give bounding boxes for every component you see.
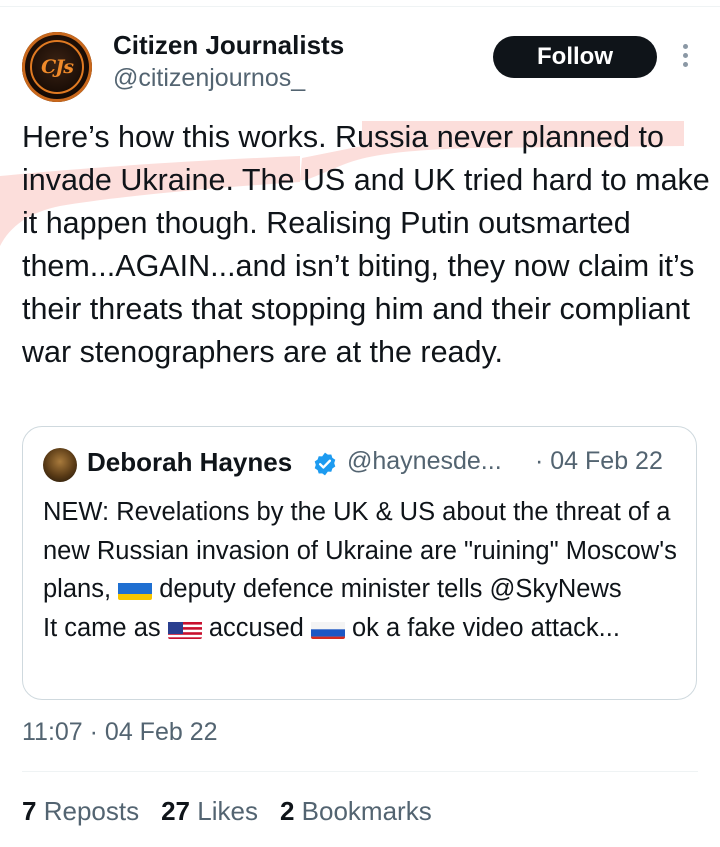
quoted-text-part3: It came as	[43, 613, 161, 642]
tweet-text-start: Here’s how this works.	[22, 120, 336, 154]
us-flag-icon	[167, 617, 202, 639]
reposts-stat[interactable]: 7 Reposts	[22, 796, 139, 827]
ukraine-flag-icon	[118, 578, 153, 600]
author-avatar[interactable]: CJs	[22, 32, 92, 102]
quoted-text-part2: deputy defence minister tells @SkyNews	[159, 575, 622, 603]
likes-label: Likes	[197, 796, 258, 826]
quoted-author-name[interactable]: Deborah Haynes	[87, 447, 292, 478]
author-handle[interactable]: @citizenjournos_	[113, 64, 305, 93]
engagement-stats: 7 Reposts 27 Likes 2 Bookmarks	[22, 796, 432, 827]
avatar-logo-text: CJs	[30, 40, 84, 94]
likes-count: 27	[161, 796, 191, 826]
quoted-author-avatar[interactable]	[43, 448, 77, 482]
quoted-text-part5: ok a fake video attack...	[352, 613, 620, 642]
tweet-timestamp[interactable]: 11:07 · 04 Feb 22	[22, 718, 218, 747]
russia-flag-icon	[310, 617, 345, 639]
bookmarks-count: 2	[279, 796, 295, 826]
stats-divider	[22, 771, 698, 772]
quoted-tweet[interactable]: Deborah Haynes @haynesde... · 04 Feb 22 …	[22, 426, 697, 700]
follow-button[interactable]: Follow	[493, 36, 657, 78]
bookmarks-stat[interactable]: 2 Bookmarks	[280, 796, 432, 827]
quoted-author-handle[interactable]: @haynesde...	[347, 447, 502, 476]
quoted-tweet-date: · 04 Feb 22	[535, 447, 663, 475]
top-divider	[0, 6, 720, 7]
bookmarks-label: Bookmarks	[301, 796, 432, 826]
quoted-tweet-text: NEW: Revelations by the UK & US about th…	[43, 493, 683, 647]
more-options-icon[interactable]	[674, 44, 696, 70]
quoted-text-part4: accused	[208, 613, 304, 642]
reposts-count: 7	[22, 796, 37, 826]
likes-stat[interactable]: 27 Likes	[161, 796, 258, 827]
author-display-name[interactable]: Citizen Journalists	[113, 30, 344, 61]
reposts-label: Reposts	[43, 796, 140, 826]
verified-badge-icon	[314, 452, 336, 476]
tweet-text: Here’s how this works. Russia never plan…	[22, 116, 712, 374]
